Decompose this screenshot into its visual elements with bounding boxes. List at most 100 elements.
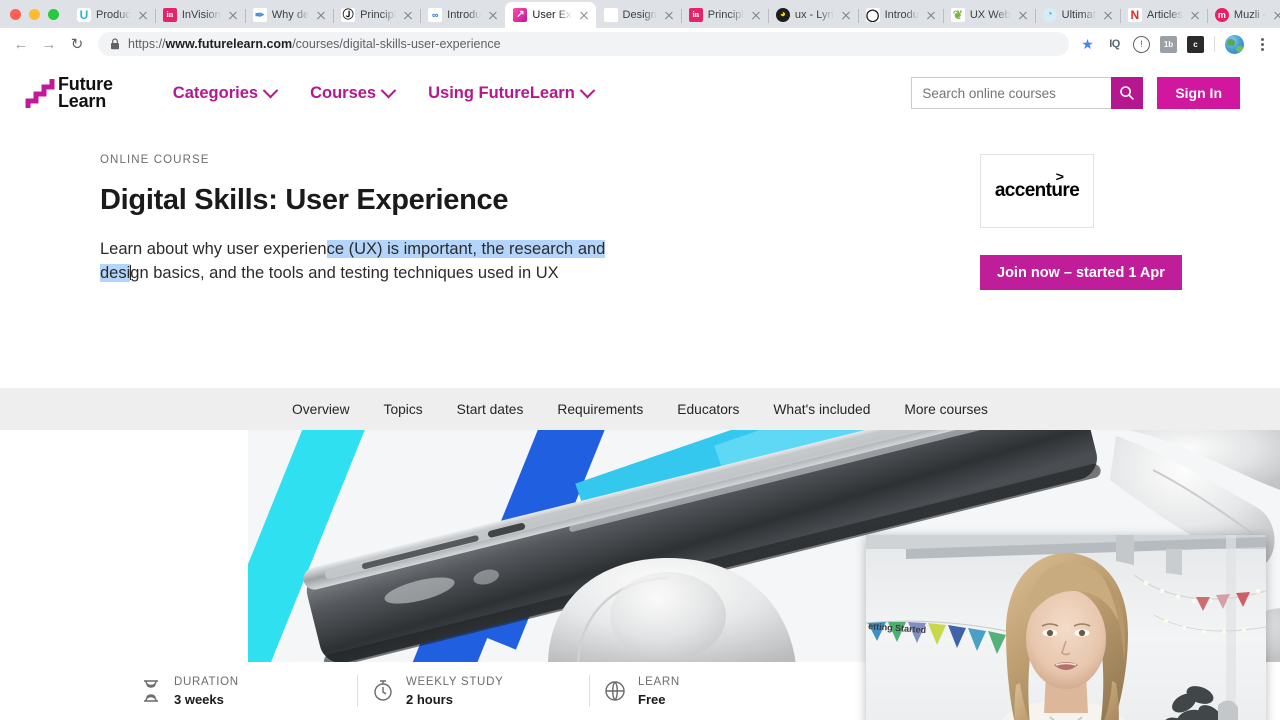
course-nav-topics[interactable]: Topics [384, 402, 423, 417]
desc-part-before: Learn about why user experien [100, 240, 327, 258]
course-nav-what-s-included[interactable]: What's included [773, 402, 870, 417]
browser-menu-button[interactable] [1254, 37, 1270, 51]
browser-tab[interactable]: m Muzli - [1206, 2, 1280, 28]
minimize-window-button[interactable] [29, 8, 40, 20]
clipboard-extension-icon[interactable]: c [1187, 35, 1204, 53]
tab-separator [154, 9, 156, 23]
profile-avatar[interactable] [1225, 34, 1244, 54]
tab-title: Why de [271, 9, 310, 21]
search-button[interactable] [1111, 77, 1144, 109]
browser-tab[interactable]: N Articles [1119, 2, 1207, 28]
browser-tab[interactable]: ◯ Introdu [857, 2, 943, 28]
sign-in-button[interactable]: Sign In [1157, 77, 1240, 109]
video-overlay[interactable]: etting Started [866, 535, 1266, 720]
code-icon [603, 8, 618, 22]
close-tab-button[interactable] [1016, 8, 1030, 22]
maximize-window-button[interactable] [48, 8, 59, 20]
close-tab-button[interactable] [662, 8, 676, 22]
course-nav-overview[interactable]: Overview [292, 402, 350, 417]
search-icon [1120, 86, 1135, 100]
browser-tab[interactable]: in InVision [154, 2, 245, 28]
tab-separator [333, 9, 335, 23]
browser-tab-active[interactable]: ↗ User Ex [505, 2, 596, 28]
medium-icon: ✒ [252, 8, 267, 22]
tab-title: UX Web [969, 9, 1011, 21]
close-tab-button[interactable] [1101, 8, 1115, 22]
close-tab-button[interactable] [226, 8, 240, 22]
page-content: Future Learn Categories Courses Using Futu… [0, 60, 1280, 720]
bookmark-star-icon[interactable]: ★ [1079, 36, 1096, 53]
iq-extension-icon[interactable]: IQ [1106, 36, 1123, 53]
url-path: /courses/digital-skills-user-experience [292, 37, 501, 51]
browser-tab[interactable]: ❦ UX Web [942, 2, 1035, 28]
close-tab-button[interactable] [486, 8, 500, 22]
futurelearn-icon: ↗ [513, 8, 528, 22]
tab-separator [1206, 9, 1208, 23]
browser-tab[interactable]: Ⓙ Principl [333, 2, 420, 28]
browser-tab[interactable]: ∞ Introdu [420, 2, 505, 28]
close-tab-button[interactable] [401, 8, 415, 22]
invision-icon: in [162, 8, 177, 22]
browser-tab[interactable]: ◔ Ultimat [1034, 2, 1120, 28]
browser-chrome: U Produc in InVision ✒ Why de Ⓙ Principl ∞ Introd… [0, 0, 1280, 60]
tab-title: Introdu [447, 9, 482, 21]
close-tab-button[interactable] [1188, 8, 1202, 22]
browser-toolbar: ← → ↻ https://www.futurelearn.com/course… [0, 28, 1280, 60]
info-item-duration: DURATION 3 weeks [140, 675, 343, 707]
course-nav-requirements[interactable]: Requirements [557, 402, 643, 417]
browser-tab[interactable]: ✒ Why de [244, 2, 333, 28]
close-window-button[interactable] [10, 8, 21, 20]
reload-button[interactable]: ↻ [64, 31, 90, 57]
tab-title: User Ex [532, 9, 572, 21]
course-section-nav: Overview Topics Start dates Requirements Edu… [0, 388, 1280, 430]
course-nav-educators[interactable]: Educators [677, 402, 739, 417]
close-tab-button[interactable] [1271, 8, 1280, 22]
leaf-icon: ❦ [950, 8, 965, 22]
principle-icon: Ⓙ [341, 8, 356, 22]
chevron-down-icon [579, 82, 596, 98]
search-input[interactable] [911, 77, 1112, 109]
close-tab-button[interactable] [136, 8, 150, 22]
browser-tab[interactable]: in Principl [680, 2, 768, 28]
address-bar[interactable]: https://www.futurelearn.com/courses/digi… [98, 32, 1069, 56]
nav-item-using-futurelearn[interactable]: Using FutureLearn [428, 82, 596, 103]
info-divider [589, 675, 590, 707]
course-nav-start-dates[interactable]: Start dates [457, 402, 524, 417]
course-description: Learn about why user experience (UX) is … [100, 238, 620, 286]
forward-button[interactable]: → [36, 31, 62, 57]
chevron-down-icon [380, 82, 397, 98]
futurelearn-logo[interactable]: Future Learn [24, 74, 113, 112]
close-tab-button[interactable] [839, 8, 853, 22]
browser-tab[interactable]: Design [596, 2, 681, 28]
video-frame-content: etting Started [866, 535, 1266, 720]
nav-item-courses[interactable]: Courses [310, 82, 397, 103]
accenture-wordmark: accenture > [995, 169, 1080, 202]
close-tab-button[interactable] [749, 8, 763, 22]
stopwatch-icon [372, 679, 394, 703]
tab-title: Muzli - [1233, 9, 1267, 21]
course-type-label: ONLINE COURSE [100, 154, 210, 166]
tab-separator [857, 9, 859, 23]
browser-tab[interactable]: ◕ ux - Lyn [767, 2, 858, 28]
window-controls [0, 0, 69, 28]
main-navigation: Categories Courses Using FutureLearn [172, 82, 596, 103]
browser-tabs: U Produc in InVision ✒ Why de Ⓙ Principl ∞ Introd… [69, 0, 1280, 28]
close-tab-button[interactable] [577, 8, 591, 22]
tab-title: Ultimat [1061, 9, 1096, 21]
url-host: www.futurelearn.com [165, 37, 293, 51]
hourglass-icon [140, 679, 162, 703]
page-title: Digital Skills: User Experience [100, 184, 509, 216]
nav-item-categories[interactable]: Categories [172, 82, 279, 103]
info-value: Free [638, 691, 666, 707]
tab-separator [942, 9, 944, 23]
close-tab-button[interactable] [924, 8, 938, 22]
info-extension-icon[interactable]: ! [1133, 35, 1150, 53]
back-button[interactable]: ← [8, 31, 34, 57]
nav-item-label: Categories [172, 83, 259, 102]
site-header: Future Learn Categories Courses Using Futu… [0, 60, 1280, 126]
close-tab-button[interactable] [314, 8, 328, 22]
browser-tab[interactable]: U Produc [69, 2, 155, 28]
join-now-button[interactable]: Join now – started 1 Apr [980, 255, 1182, 290]
toby-extension-icon[interactable]: 1b [1160, 35, 1177, 53]
course-nav-more-courses[interactable]: More courses [904, 402, 988, 417]
